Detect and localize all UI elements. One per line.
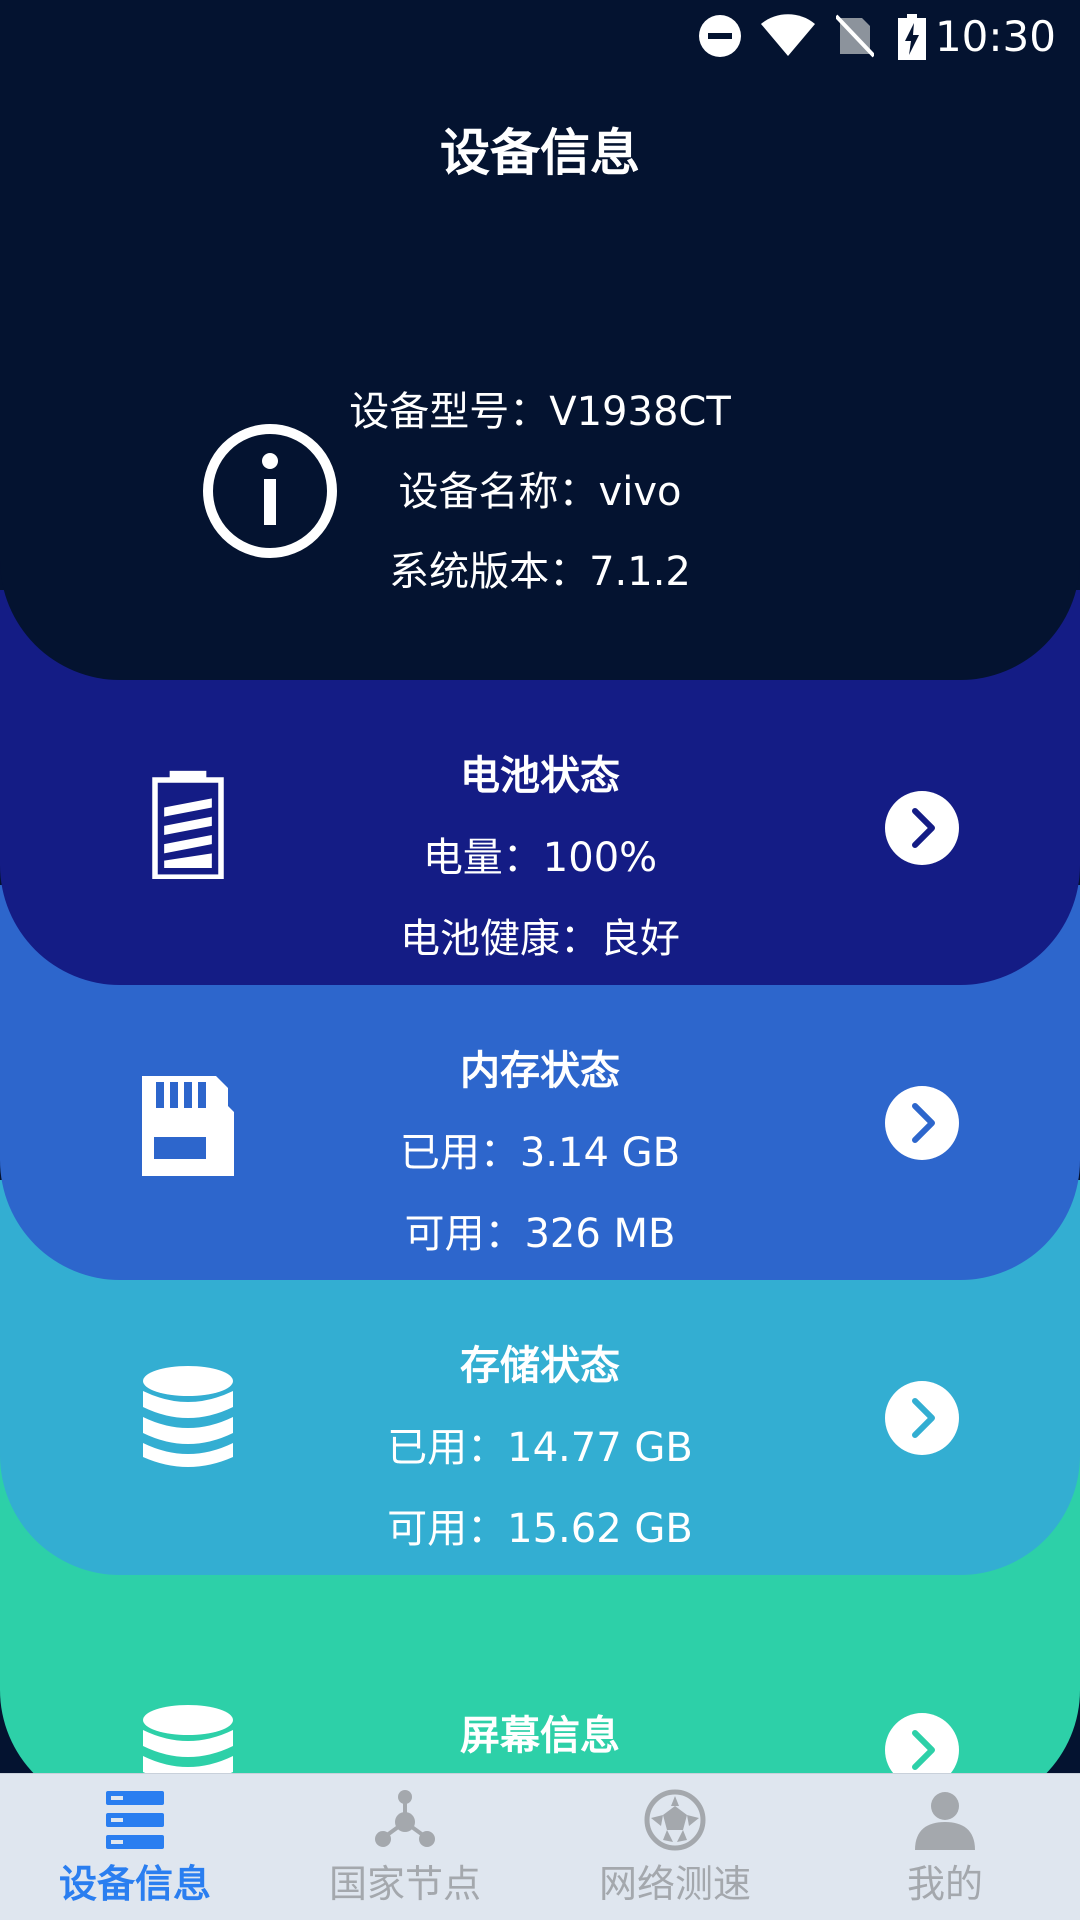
device-info-icon: [106, 1791, 164, 1849]
battery-icon: [152, 770, 224, 879]
screen: 10:30 屏幕信息 存储状态 已用：14.77 GB 可用：15.62 GB: [0, 0, 1080, 1920]
wifi-icon: [761, 14, 815, 56]
memory-available-text: 可用：326 MB: [404, 1211, 676, 1257]
bottom-nav: 设备信息 国家节点 网络测速 我的: [0, 1773, 1080, 1920]
nav-item-speed-test[interactable]: 网络测速: [540, 1774, 810, 1920]
chevron-right-icon: [912, 1103, 935, 1143]
page-title: 设备信息: [440, 124, 640, 182]
storage-available-text: 可用：15.62 GB: [387, 1506, 693, 1552]
network-nodes-icon: [375, 1790, 435, 1847]
database-icon: [143, 1366, 233, 1467]
chevron-right-icon: [912, 808, 935, 848]
device-model-text: 设备型号：V1938CT: [349, 389, 731, 435]
nav-label-speed-test: 网络测速: [598, 1862, 751, 1906]
battery-status-arrow-button[interactable]: [885, 791, 959, 865]
no-sim-icon: [836, 14, 874, 58]
device-details: 设备型号：V1938CT 设备名称：vivo 系统版本：7.1.2: [290, 382, 790, 622]
memory-status-arrow-button[interactable]: [885, 1086, 959, 1160]
nav-label-country-nodes: 国家节点: [328, 1862, 481, 1906]
do-not-disturb-icon: [699, 15, 741, 57]
battery-charging-icon: [898, 14, 926, 60]
status-bar: 10:30: [0, 0, 1080, 74]
nav-item-device-info[interactable]: 设备信息: [0, 1774, 270, 1920]
nav-item-country-nodes[interactable]: 国家节点: [270, 1774, 540, 1920]
status-time: 10:30: [934, 12, 1056, 61]
battery-health-text: 电池健康：良好: [400, 916, 680, 962]
speed-test-icon: [644, 1789, 706, 1851]
device-name-text: 设备名称：vivo: [398, 469, 682, 515]
sd-card-icon: [142, 1076, 234, 1176]
device-info-header: 设备信息 设备型号：V1938CT 设备名称：vivo 系统版本：7.1.2: [0, 0, 1080, 680]
user-icon: [915, 1792, 975, 1850]
nav-label-device-info: 设备信息: [58, 1862, 211, 1906]
storage-status-arrow-button[interactable]: [885, 1381, 959, 1455]
nav-label-mine: 我的: [906, 1862, 983, 1906]
system-version-text: 系统版本：7.1.2: [389, 549, 691, 595]
chevron-right-icon: [912, 1398, 935, 1438]
nav-item-mine[interactable]: 我的: [810, 1774, 1080, 1920]
